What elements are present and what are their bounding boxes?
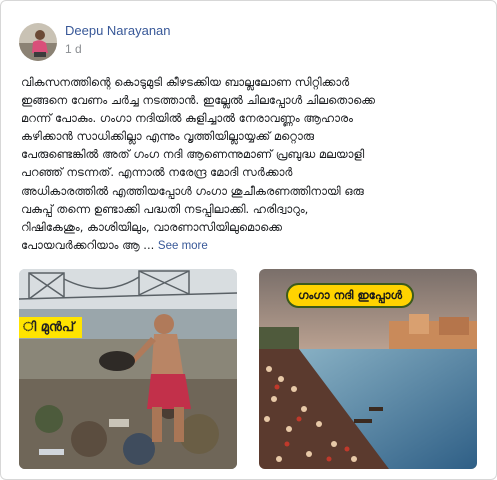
post-text-truncated: പോയവർക്കറിയാം ആ ... bbox=[21, 237, 155, 252]
photo-after[interactable]: ഗംഗാ നദി ഇപ്പോൾ bbox=[259, 269, 477, 469]
post-text-line: റിഷികേശും, കാശിയിലും, വാരണാസിയിലുമൊക്കെ bbox=[21, 219, 283, 234]
post-text-line: കഴിക്കാൻ സാധിക്കില്ലാ എന്നും വൃത്തിയില്ല… bbox=[21, 129, 315, 144]
before-caption: ി മുൻപ് bbox=[19, 317, 83, 338]
post-card: Deepu Narayanan 1 d വികസനത്തിന്റെ കൊടുമു… bbox=[0, 0, 497, 480]
post-text-line: പറഞ്ഞ് നടന്നത്. എന്നാൽ നരേന്ദ്ര മോദി സർക… bbox=[21, 165, 293, 180]
author-name[interactable]: Deepu Narayanan bbox=[65, 23, 171, 38]
post-text-line: ഇങ്ങനെ വേണം ചർച്ച നടത്താൻ. ഇല്ലേൽ ചിലപ്പ… bbox=[21, 93, 376, 108]
post-timestamp[interactable]: 1 d bbox=[65, 42, 82, 56]
post-text-line: പേരുണ്ടെങ്കിൽ അത് ഗംഗ നദി ആണെന്നുമാണ് പ്… bbox=[21, 147, 365, 162]
post-text-line: മറന്ന് പോകും. ഗംഗാ നദിയിൽ കുളിച്ചാൽ നേരാ… bbox=[21, 111, 353, 126]
post-text-line: അധികാരത്തിൽ എത്തിയപ്പോൾ ഗംഗാ ശുചീകരണത്തി… bbox=[21, 183, 364, 198]
post-text: വികസനത്തിന്റെ കൊടുമുടി കീഴടക്കിയ ബാല്ലലോ… bbox=[21, 73, 479, 255]
post-text-line: വകുപ്പ് തന്നെ ഉണ്ടാക്കി പദ്ധതി നടപ്പിലാക… bbox=[21, 201, 309, 216]
photo-before[interactable]: ി മുൻപ് bbox=[19, 269, 237, 469]
before-image bbox=[19, 269, 237, 469]
after-caption: ഗംഗാ നദി ഇപ്പോൾ bbox=[286, 283, 415, 308]
avatar-image bbox=[19, 23, 57, 61]
author-avatar[interactable] bbox=[19, 23, 57, 61]
post-text-line: വികസനത്തിന്റെ കൊടുമുടി കീഴടക്കിയ ബാല്ലലോ… bbox=[21, 75, 350, 89]
post-text-last-line: പോയവർക്കറിയാം ആ ... See more bbox=[21, 236, 479, 255]
see-more-link[interactable]: See more bbox=[158, 240, 208, 252]
